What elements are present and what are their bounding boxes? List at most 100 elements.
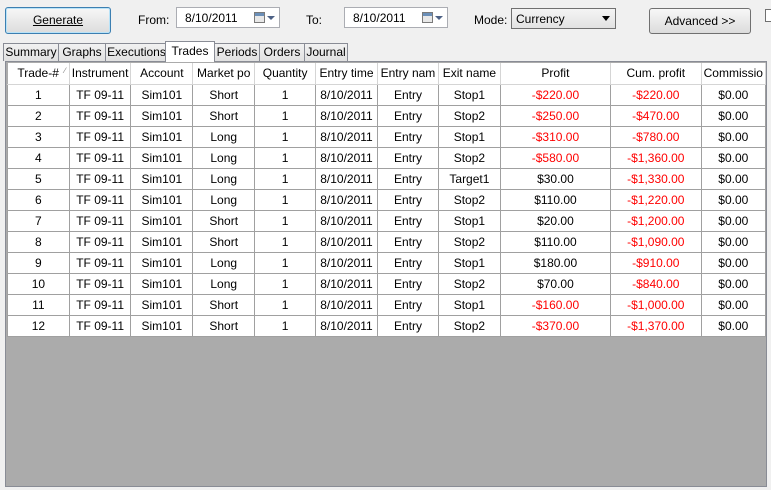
column-header[interactable]: Cum. profit xyxy=(610,63,702,85)
table-cell: 8 xyxy=(7,230,70,253)
table-body: 1 TF 09-11 Sim101 Short 1 8/10/2011 Entry Stop1… xyxy=(7,83,766,337)
column-header[interactable]: Account xyxy=(130,63,194,85)
table-cell: Sim101 xyxy=(130,146,194,169)
column-header[interactable]: Trade-# ∕ xyxy=(7,63,70,85)
tab-orders[interactable]: Orders xyxy=(259,43,305,61)
chevron-down-icon[interactable] xyxy=(267,16,275,20)
table-cell: 1 xyxy=(254,167,317,190)
table-cell: -$1,000.00 xyxy=(610,293,702,316)
mode-select[interactable]: Currency xyxy=(511,8,616,29)
table-row[interactable]: 5 TF 09-11 Sim101 Long 1 8/10/2011 Entry Target… xyxy=(7,167,766,190)
calendar-icon[interactable] xyxy=(254,12,265,23)
table-cell: 8/10/2011 xyxy=(315,83,378,106)
column-header-label: Cum. profit xyxy=(626,66,686,81)
table-cell: TF 09-11 xyxy=(68,167,132,190)
table-cell: 8/10/2011 xyxy=(315,125,378,148)
table-cell: 1 xyxy=(254,125,317,148)
window-edge-control[interactable] xyxy=(765,9,771,22)
generate-button[interactable]: Generate xyxy=(5,7,111,34)
table-cell: Short xyxy=(192,293,256,316)
table-cell: 3 xyxy=(7,125,70,148)
table-cell: Sim101 xyxy=(130,230,194,253)
table-cell: $0.00 xyxy=(700,272,766,295)
table-row[interactable]: 1 TF 09-11 Sim101 Short 1 8/10/2011 Entry Stop1… xyxy=(7,83,766,106)
table-cell: Long xyxy=(192,251,256,274)
table-row[interactable]: 2 TF 09-11 Sim101 Short 1 8/10/2011 Entry Stop2… xyxy=(7,104,766,127)
table-cell: 1 xyxy=(7,83,70,106)
to-date-picker[interactable]: 8/10/2011 xyxy=(344,7,448,28)
table-cell: $110.00 xyxy=(499,188,612,211)
table-cell: 1 xyxy=(254,293,317,316)
table-row[interactable]: 3 TF 09-11 Sim101 Long 1 8/10/2011 Entry Stop1-… xyxy=(7,125,766,148)
advanced-button[interactable]: Advanced >> xyxy=(649,8,751,34)
table-cell: 8/10/2011 xyxy=(315,272,378,295)
table-cell: $0.00 xyxy=(700,167,766,190)
column-header[interactable]: Commissio xyxy=(701,63,766,85)
table-row[interactable]: 10 TF 09-11 Sim101 Long 1 8/10/2011 Entry Stop2… xyxy=(7,272,766,295)
table-cell: Entry xyxy=(376,83,439,106)
table-cell: -$220.00 xyxy=(499,83,612,106)
table-cell: 8/10/2011 xyxy=(315,167,378,190)
table-row[interactable]: 8 TF 09-11 Sim101 Short 1 8/10/2011 Entry Stop2… xyxy=(7,230,766,253)
column-header[interactable]: Market po xyxy=(192,63,256,85)
table-cell: Short xyxy=(192,209,256,232)
column-header[interactable]: Quantity xyxy=(254,63,317,85)
table-cell: -$840.00 xyxy=(610,272,702,295)
column-header-label: Account xyxy=(140,66,184,81)
table-cell: -$220.00 xyxy=(610,83,702,106)
column-header[interactable]: Entry time xyxy=(315,63,378,85)
table-cell: 1 xyxy=(254,230,317,253)
tab-executions[interactable]: Executions xyxy=(105,43,168,61)
table-row[interactable]: 9 TF 09-11 Sim101 Long 1 8/10/2011 Entry Stop1 $… xyxy=(7,251,766,274)
table-cell: -$1,090.00 xyxy=(610,230,702,253)
table-cell: 12 xyxy=(7,314,70,337)
table-row[interactable]: 12 TF 09-11 Sim101 Short 1 8/10/2011 Entry Stop… xyxy=(7,314,766,337)
table-cell: TF 09-11 xyxy=(68,83,132,106)
column-header[interactable]: Exit name xyxy=(438,63,501,85)
table-cell: TF 09-11 xyxy=(68,251,132,274)
from-date-picker[interactable]: 8/10/2011 xyxy=(176,7,280,28)
column-header[interactable]: Entry nam xyxy=(377,63,439,85)
table-cell: Sim101 xyxy=(130,293,194,316)
tab-trades[interactable]: Trades xyxy=(165,41,215,62)
tab-label: Periods xyxy=(216,45,258,59)
table-cell: Short xyxy=(192,230,256,253)
tab-periods[interactable]: Periods xyxy=(214,43,260,61)
table-cell: -$1,200.00 xyxy=(610,209,702,232)
generate-label: Generate xyxy=(32,13,84,27)
table-cell: 4 xyxy=(7,146,70,169)
chevron-down-icon[interactable] xyxy=(435,16,443,20)
column-header[interactable]: Profit xyxy=(500,63,612,85)
table-cell: TF 09-11 xyxy=(68,230,132,253)
table-cell: 11 xyxy=(7,293,70,316)
table-cell: 5 xyxy=(7,167,70,190)
table-cell: Stop2 xyxy=(437,230,501,253)
tab-summary[interactable]: Summary xyxy=(3,43,59,61)
table-row[interactable]: 11 TF 09-11 Sim101 Short 1 8/10/2011 Entry Stop… xyxy=(7,293,766,316)
table-cell: $0.00 xyxy=(700,104,766,127)
chevron-down-icon[interactable] xyxy=(602,16,610,21)
table-row[interactable]: 7 TF 09-11 Sim101 Short 1 8/10/2011 Entry Stop1… xyxy=(7,209,766,232)
table-cell: 1 xyxy=(254,188,317,211)
table-cell: Short xyxy=(192,83,256,106)
table-cell: 8/10/2011 xyxy=(315,293,378,316)
table-cell: 1 xyxy=(254,209,317,232)
table-row[interactable]: 6 TF 09-11 Sim101 Long 1 8/10/2011 Entry Stop2 $… xyxy=(7,188,766,211)
column-header-label: Entry nam xyxy=(380,66,436,81)
table-cell: Entry xyxy=(376,272,439,295)
to-label: To: xyxy=(306,13,323,27)
table-cell: Short xyxy=(192,314,256,337)
table-row[interactable]: 4 TF 09-11 Sim101 Long 1 8/10/2011 Entry Stop2-… xyxy=(7,146,766,169)
trades-grid: Trade-# ∕ Instrument Account Market po Quanti… xyxy=(5,61,767,487)
table-cell: Entry xyxy=(376,314,439,337)
tab-graphs[interactable]: Graphs xyxy=(58,43,106,61)
table-cell: Long xyxy=(192,188,256,211)
table-cell: $0.00 xyxy=(700,188,766,211)
calendar-icon[interactable] xyxy=(422,12,433,23)
table-cell: Long xyxy=(192,146,256,169)
table-cell: 6 xyxy=(7,188,70,211)
tab-journal[interactable]: Journal xyxy=(304,43,348,61)
table-cell: Entry xyxy=(376,293,439,316)
column-header[interactable]: Instrument xyxy=(69,63,132,85)
table-cell: Entry xyxy=(376,104,439,127)
